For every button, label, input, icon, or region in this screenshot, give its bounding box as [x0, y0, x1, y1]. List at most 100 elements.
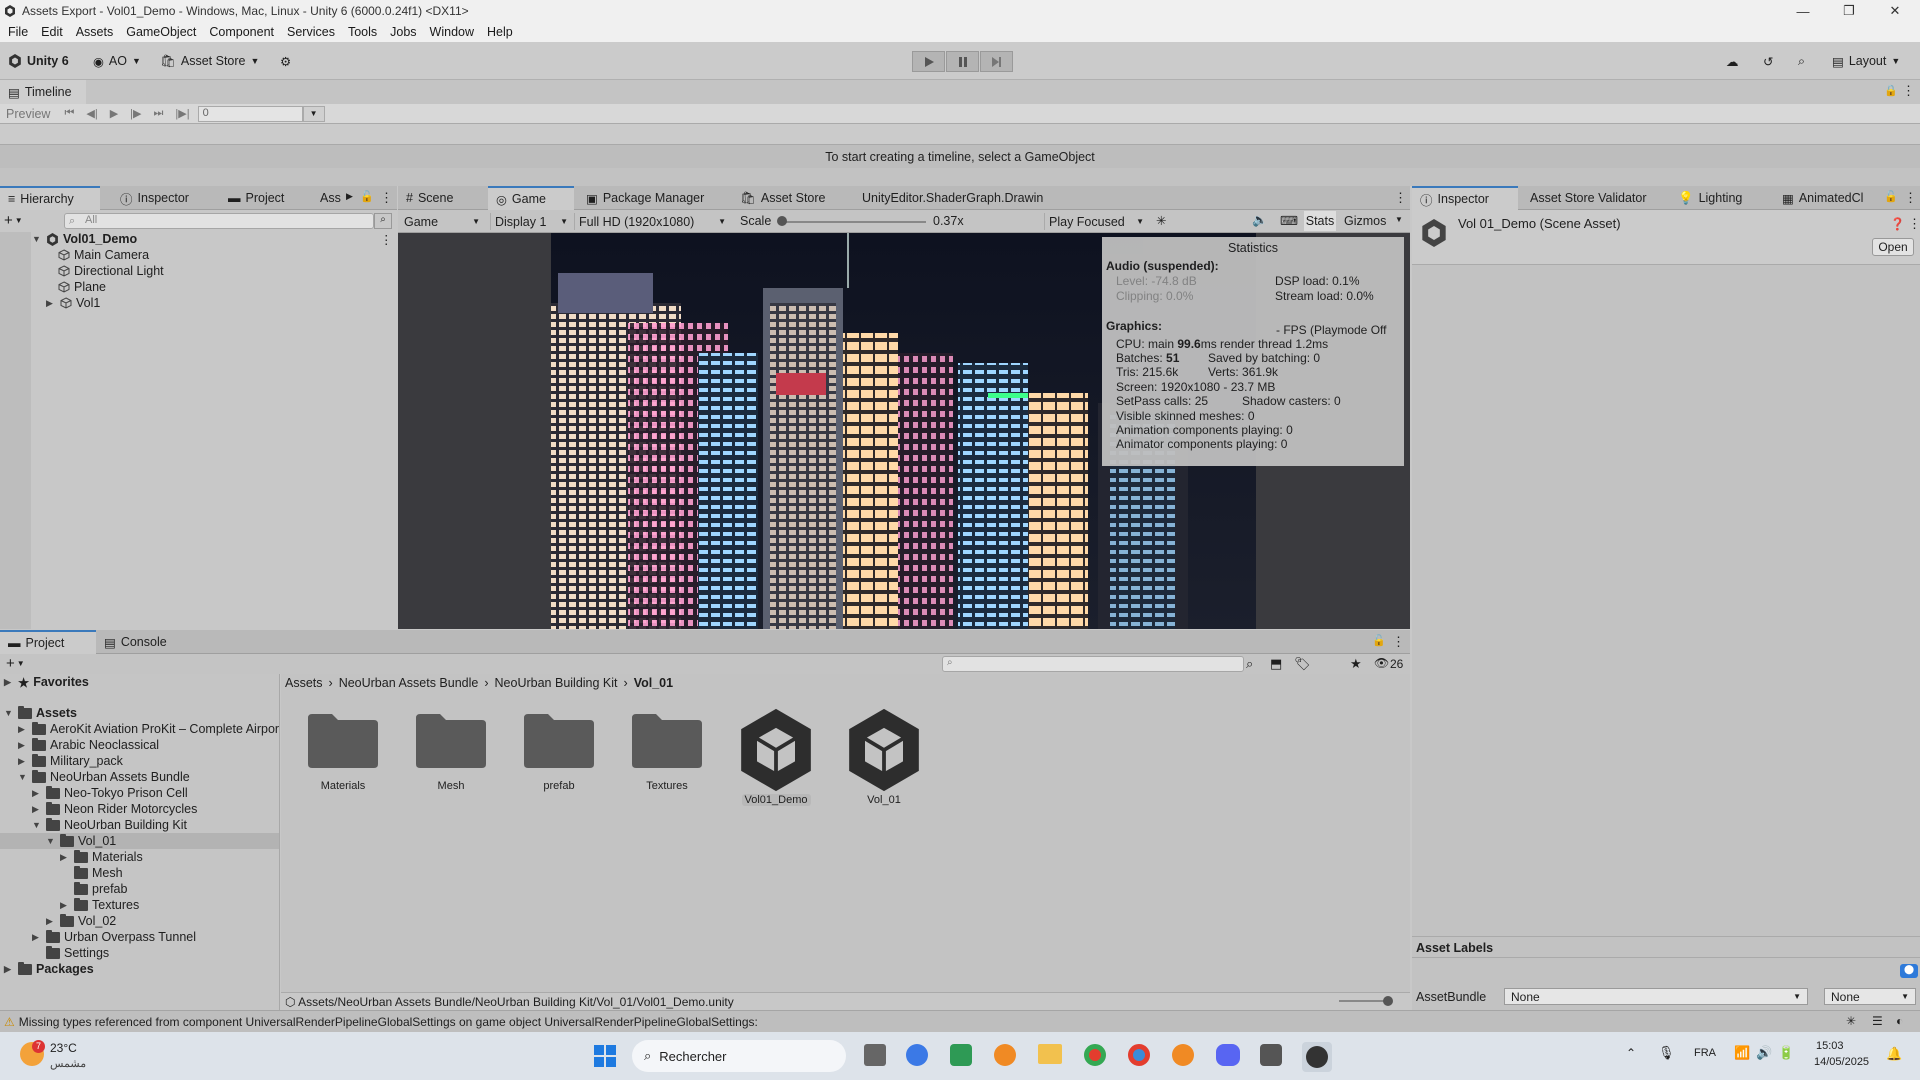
tab-animated[interactable]: ▦ AnimatedCl	[1774, 186, 1874, 210]
frame-format-dropdown[interactable]: ▼	[302, 105, 325, 122]
icon-size-slider-handle[interactable]	[1383, 996, 1393, 1006]
step-button[interactable]	[980, 51, 1013, 72]
search-icon[interactable]: ⌕	[1798, 50, 1805, 72]
filter-type-icon[interactable]: ⬒	[1270, 656, 1282, 672]
kebab-menu-icon[interactable]: ⋮	[380, 190, 393, 206]
chevron-up-icon[interactable]: ⌃	[1626, 1046, 1636, 1060]
menu-window[interactable]: Window	[430, 25, 474, 39]
kebab-menu-icon[interactable]: ⋮	[1394, 190, 1407, 206]
menu-jobs[interactable]: Jobs	[390, 25, 416, 39]
breadcrumb-item[interactable]: Vol_01	[634, 676, 673, 690]
tab-timeline[interactable]: ▤ Timeline	[0, 80, 86, 104]
chevron-down-icon[interactable]: ▼	[1395, 215, 1403, 224]
tree-node[interactable]: ▼ NeoUrban Assets Bundle	[18, 769, 190, 785]
close-button[interactable]: ✕	[1872, 0, 1918, 22]
temperature[interactable]: 23°C	[50, 1041, 77, 1055]
chrome-alt-icon[interactable]	[1128, 1044, 1150, 1066]
discord-icon[interactable]	[1216, 1044, 1240, 1066]
tree-node[interactable]: ▶ Military_pack	[18, 753, 123, 769]
scene-root[interactable]: ▼ Vol01_Demo ⋮	[32, 231, 397, 247]
tree-node-selected[interactable]: ▼ Vol_01	[46, 833, 116, 849]
minimize-button[interactable]: —	[1780, 0, 1826, 22]
progress-icon[interactable]: ☰	[1872, 1014, 1883, 1028]
hierarchy-item[interactable]: Plane	[58, 279, 106, 295]
scale-slider-handle[interactable]	[777, 216, 787, 226]
tree-node[interactable]: ▼ NeoUrban Building Kit	[32, 817, 187, 833]
tab-project[interactable]: ▬ Project	[0, 630, 96, 654]
asset-store-dropdown[interactable]: 🛍 Asset Store ▼	[160, 50, 259, 72]
blender-icon[interactable]	[994, 1044, 1016, 1066]
tree-node[interactable]: ▶ Textures	[60, 897, 139, 913]
language-indicator[interactable]: FRA	[1694, 1047, 1716, 1059]
tree-node[interactable]: ▶ Neon Rider Motorcycles	[32, 801, 197, 817]
unity-button[interactable]: Unity 6	[8, 50, 69, 72]
scene-visibility-icon[interactable]: ⌕	[374, 213, 392, 229]
tab-asset-store-validator[interactable]: Asset Store Validator	[1522, 186, 1655, 210]
auto-generate-icon[interactable]: ◐	[1896, 1014, 1903, 1028]
hidden-packages-icon[interactable]: 👁	[1374, 656, 1389, 670]
kebab-menu-icon[interactable]: ⋮	[1392, 634, 1405, 650]
tab-package-manager[interactable]: ▣ Package Manager	[578, 186, 712, 210]
notification-bell-icon[interactable]: 🔔	[1886, 1046, 1902, 1062]
assetbundle-dropdown[interactable]: None ▼	[1504, 988, 1808, 1005]
unity-hub-icon[interactable]	[1260, 1044, 1282, 1066]
tree-node[interactable]: ▶ Urban Overpass Tunnel	[32, 929, 196, 945]
task-view-icon[interactable]	[864, 1044, 886, 1066]
game-mode-dropdown[interactable]: Game ▼	[400, 213, 484, 230]
breadcrumb-item[interactable]: NeoUrban Building Kit	[495, 676, 618, 690]
battery-icon[interactable]: 🔋	[1778, 1045, 1794, 1061]
lock-icon[interactable]: 🔓	[360, 190, 374, 203]
tab-hierarchy[interactable]: ≡ Hierarchy	[0, 186, 100, 210]
menu-tools[interactable]: Tools	[348, 25, 377, 39]
preview-button[interactable]: Preview	[6, 107, 50, 121]
open-button[interactable]: Open	[1872, 238, 1914, 256]
asset-folder-item[interactable]: Materials	[298, 710, 388, 792]
cloud-icon[interactable]: ☁	[1726, 50, 1739, 72]
blender-alt-icon[interactable]	[1172, 1044, 1194, 1066]
help-icon[interactable]: ❓	[1890, 217, 1905, 231]
next-frame-icon[interactable]: |▶	[130, 107, 141, 120]
taskbar-search[interactable]: ⌕ Rechercher	[632, 1040, 846, 1072]
menu-assets[interactable]: Assets	[76, 25, 114, 39]
volume-icon[interactable]: 🔊	[1756, 1045, 1772, 1061]
scale-slider-track[interactable]	[780, 221, 926, 223]
breadcrumb-item[interactable]: NeoUrban Assets Bundle	[339, 676, 479, 690]
tree-node[interactable]: Settings	[32, 945, 109, 961]
wifi-icon[interactable]: 📶	[1734, 1045, 1750, 1061]
asset-folder-item[interactable]: Textures	[622, 710, 712, 792]
asset-folder-item[interactable]: prefab	[514, 710, 604, 792]
status-message[interactable]: Missing types referenced from component …	[19, 1015, 758, 1029]
kebab-menu-icon[interactable]: ⋮	[1908, 216, 1920, 232]
tab-scene[interactable]: # Scene	[398, 186, 461, 210]
label-tag-icon[interactable]: ⬤	[1900, 964, 1918, 978]
menu-component[interactable]: Component	[209, 25, 274, 39]
display-dropdown[interactable]: Display 1 ▼	[490, 213, 572, 230]
menu-edit[interactable]: Edit	[41, 25, 63, 39]
hierarchy-search-input[interactable]: ⌕ All	[64, 213, 374, 229]
tab-inspector[interactable]: ⓘ Inspector	[1412, 186, 1518, 210]
debugger-icon[interactable]: ✳	[1846, 1014, 1856, 1028]
chrome-icon[interactable]	[1084, 1044, 1106, 1066]
kebab-menu-icon[interactable]: ⋮	[1904, 190, 1917, 206]
collapsed-arrow-icon[interactable]: ▶	[46, 298, 56, 309]
windows-start-icon[interactable]	[594, 1045, 616, 1067]
prev-frame-icon[interactable]: ◀|	[86, 107, 97, 120]
tree-node[interactable]: ▶ AeroKit Aviation ProKit – Complete Airp…	[18, 721, 279, 737]
maximize-button[interactable]: ❐	[1826, 0, 1872, 22]
file-explorer-icon[interactable]	[1038, 1044, 1062, 1064]
variant-dropdown[interactable]: None ▼	[1824, 988, 1916, 1005]
asset-folder-item[interactable]: Mesh	[406, 710, 496, 792]
stats-toggle[interactable]: Stats	[1304, 211, 1336, 231]
clock-time[interactable]: 15:03	[1816, 1040, 1844, 1052]
add-button[interactable]: + ▼	[4, 212, 23, 229]
resolution-dropdown[interactable]: Full HD (1920x1080) ▼	[574, 213, 730, 230]
clock-date[interactable]: 14/05/2025	[1814, 1056, 1869, 1068]
warning-icon[interactable]: ⚠	[4, 1015, 15, 1029]
pause-button[interactable]	[946, 51, 979, 72]
tab-asset-store[interactable]: Ass	[312, 186, 349, 210]
tab-console[interactable]: ▤ Console	[96, 630, 175, 654]
hierarchy-item[interactable]: Directional Light	[58, 263, 164, 279]
project-search-input[interactable]: ⌕	[942, 656, 1244, 672]
menu-file[interactable]: File	[8, 25, 28, 39]
scroll-tabs-icon[interactable]: ▶	[346, 191, 353, 202]
